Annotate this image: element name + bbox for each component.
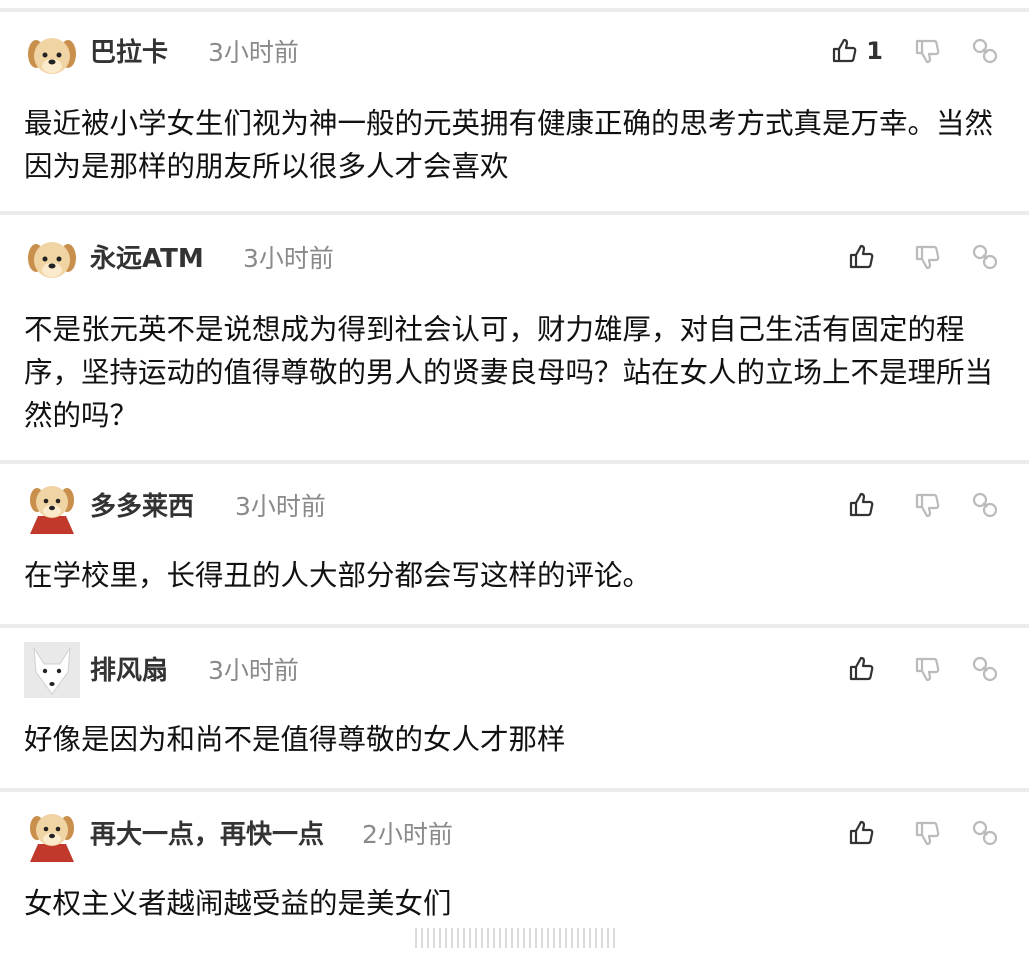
like-count: 1 [866,37,883,65]
username[interactable]: 多多莱西 [90,490,194,524]
link-icon [972,656,998,682]
thumbs-down-icon [915,657,940,682]
divider [0,460,1029,464]
username[interactable]: 再大一点，再快一点 [90,818,324,852]
share-button[interactable] [971,37,999,65]
puppy-with-cape-icon [30,486,74,534]
thumbs-up-icon [833,38,857,63]
share-button[interactable] [971,243,999,271]
divider [0,788,1029,792]
thumbs-up-icon [849,820,874,845]
like-button[interactable] [847,243,883,271]
dislike-button[interactable] [913,819,941,847]
link-icon [972,820,998,846]
avatar[interactable] [24,478,80,534]
thumbs-up-icon [849,656,874,681]
puppy-with-cape-icon [30,814,74,862]
comment-actions [817,816,999,850]
share-button[interactable] [971,819,999,847]
comment-text: 好像是因为和尚不是值得尊敬的女人才那样 [24,723,566,756]
comment-actions: 1 [800,34,999,68]
white-fox-icon [24,642,80,698]
divider [0,211,1029,215]
thumbs-up-icon [849,492,874,517]
divider [0,624,1029,628]
like-button[interactable] [847,655,883,683]
timestamp: 3小时前 [208,656,299,685]
comment-text: 最近被小学女生们视为神一般的元英拥有健康正确的思考方式真是万幸。当然因为是那样的… [24,107,994,183]
comment-actions [817,240,999,274]
dislike-button[interactable] [913,491,941,519]
comment-text: 不是张元英不是说想成为得到社会认可，财力雄厚，对自己生活有固定的程序，坚持运动的… [24,313,994,432]
avatar[interactable] [24,28,80,84]
timestamp: 3小时前 [208,38,299,67]
comment-feed: 巴拉卡 3小时前 1 最近被小学女生们视为神一般的元英拥有健康正确的思考方式真是… [0,0,1029,960]
avatar[interactable] [24,642,80,698]
comment-actions [817,652,999,686]
link-icon [972,492,998,518]
username[interactable]: 巴拉卡 [90,36,168,70]
like-button[interactable]: 1 [830,37,883,65]
share-button[interactable] [971,491,999,519]
like-button[interactable] [847,491,883,519]
puppy-icon [28,242,76,278]
link-icon [972,38,998,64]
thumbs-down-icon [915,39,940,64]
username[interactable]: 永远ATM [90,242,204,276]
like-button[interactable] [847,819,883,847]
dislike-button[interactable] [913,655,941,683]
timestamp: 3小时前 [243,244,334,273]
divider [0,8,1029,12]
comment-text: 在学校里，长得丑的人大部分都会写这样的评论。 [24,559,652,592]
dislike-button[interactable] [913,37,941,65]
comment-actions [817,488,999,522]
timestamp: 2小时前 [362,820,453,849]
timestamp: 3小时前 [235,492,326,521]
puppy-icon [28,38,76,74]
thumbs-up-icon [849,244,874,269]
thumbs-down-icon [915,245,940,270]
username[interactable]: 排风扇 [90,654,168,688]
link-icon [972,244,998,270]
comment-text: 女权主义者越闹越受益的是美女们 [24,887,452,920]
thumbs-down-icon [915,821,940,846]
avatar[interactable] [24,806,80,862]
avatar[interactable] [24,232,80,288]
dislike-button[interactable] [913,243,941,271]
thumbs-down-icon [915,493,940,518]
watermark [415,928,615,948]
share-button[interactable] [971,655,999,683]
